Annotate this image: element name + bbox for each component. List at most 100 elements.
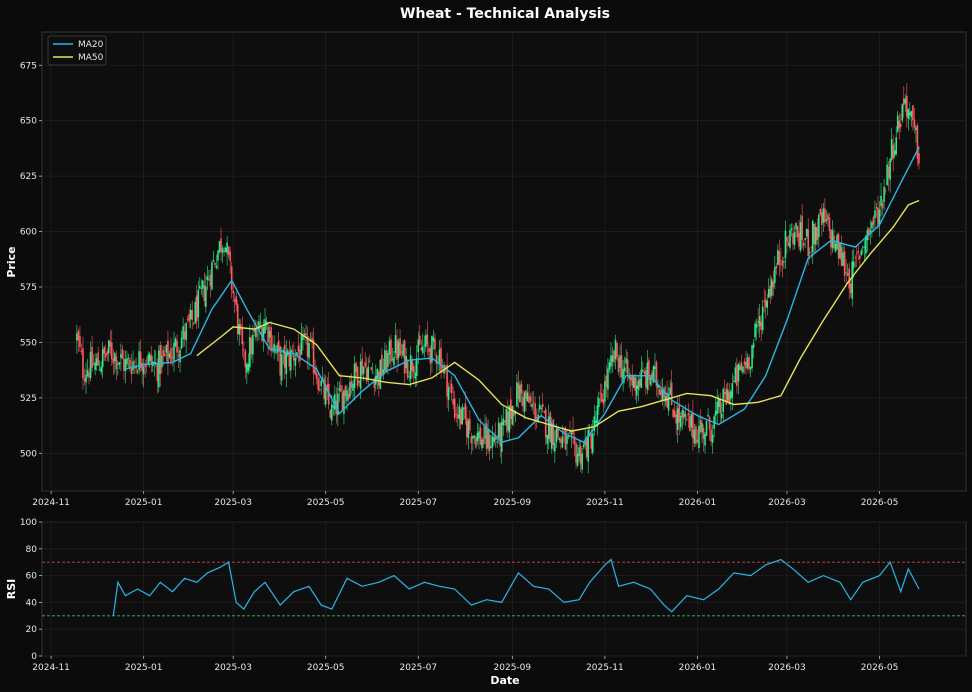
candle-body-up [716,401,718,414]
candle-body-up [423,344,426,346]
candle-body-down [848,268,850,289]
candle-body-down [855,253,858,255]
candle-body-down [267,326,269,343]
candle-body-up [359,361,362,389]
rsi-y-tick-label: 60 [26,572,38,582]
candle-body-down [854,257,857,259]
candle-body-up [707,414,709,417]
candle-body-down [830,229,832,248]
candle-body-up [871,222,873,229]
candle-body-up [280,354,283,381]
candle-body-up [611,355,614,362]
candle-body-up [751,345,753,368]
candle-body-up [701,422,703,433]
candle-body-up [755,323,758,328]
candle-body-up [114,353,116,362]
candle-body-down [590,433,593,449]
candle-body-down [613,350,615,363]
candle-body-up [752,343,755,348]
candle-body-up [206,276,209,281]
candle-body-up [476,432,479,442]
candle-body-up [904,98,907,104]
candle-body-up [915,127,917,130]
candle-body-down [203,285,206,302]
candle-body-down [192,323,195,324]
candle-body-up [531,403,533,408]
candle-body-up [642,370,644,372]
candle-body-up [349,382,351,397]
candle-body-down [760,321,762,330]
candle-body-down [291,350,294,352]
candle-body-down [801,215,803,240]
candle-body-down [672,409,674,417]
candle-body-up [910,111,913,117]
candle-body-up [698,425,700,449]
candle-body-up [132,361,134,370]
candle-body-down [525,390,527,400]
candle-body-down [145,366,148,368]
candle-body-up [893,150,896,156]
candle-body-down [575,443,577,463]
candle-body-up [148,353,151,362]
rsi-y-tick-label: 40 [26,598,38,608]
candle-body-up [878,209,881,225]
candle-body-up [320,380,322,387]
candle-body-up [484,426,486,439]
candle-body-down [560,438,562,443]
candle-body-up [669,387,671,395]
candle-body-up [610,355,612,367]
rsi-plot-area [41,521,967,657]
candle-body-down [88,372,90,378]
candle-body-down [692,412,694,439]
price-x-tick-label: 2026-05 [861,498,899,508]
candle-body-up [795,223,797,230]
candle-body-up [635,385,638,396]
candle-body-down [183,331,186,340]
candle-body-up [95,358,98,366]
candle-body-up [761,306,764,331]
candle-body-up [550,425,553,449]
candle-body-down [299,349,301,362]
candle-body-down [682,410,685,419]
candle-body-up [330,404,333,421]
rsi-y-tick-label: 20 [26,625,38,635]
candle-body-down [340,384,342,392]
candle-body-up [566,436,568,444]
candle-body-down [781,260,784,266]
rsi-x-tick-label: 2025-07 [399,663,437,673]
candle-body-down [297,345,300,352]
candle-body-down [80,351,83,353]
candle-body-up [516,382,518,407]
candle-body-down [230,266,233,290]
candle-body-down [123,358,125,371]
candle-body-down [579,445,582,465]
candle-body-up [874,210,876,219]
x-axis-title: Date [490,674,519,687]
candle-body-down [675,414,678,424]
candle-body-up [799,222,802,251]
candle-body-down [227,246,230,256]
candle-body-down [687,413,690,416]
candle-body-up [640,369,643,388]
candle-body-up [223,251,225,252]
candle-body-up [737,363,740,382]
candle-body-up [218,241,221,252]
candle-body-down [877,208,879,227]
candle-body-down [329,410,332,418]
candle-body-up [352,383,354,391]
price-y-axis-title: Price [5,246,18,277]
candle-body-up [578,447,580,457]
candle-body-down [658,389,661,395]
candle-body-down [733,380,735,383]
candle-body-down [695,426,697,444]
candle-body-down [520,383,523,394]
price-x-tick-label: 2025-03 [214,498,252,508]
candle-body-up [379,359,382,389]
candle-body-down [475,436,477,448]
candle-body-up [822,208,825,223]
candle-body-down [368,361,371,363]
price-x-tick-label: 2024-11 [32,498,70,508]
candle-body-down [418,335,421,345]
candle-body-up [496,441,498,443]
candle-body-up [581,453,583,470]
